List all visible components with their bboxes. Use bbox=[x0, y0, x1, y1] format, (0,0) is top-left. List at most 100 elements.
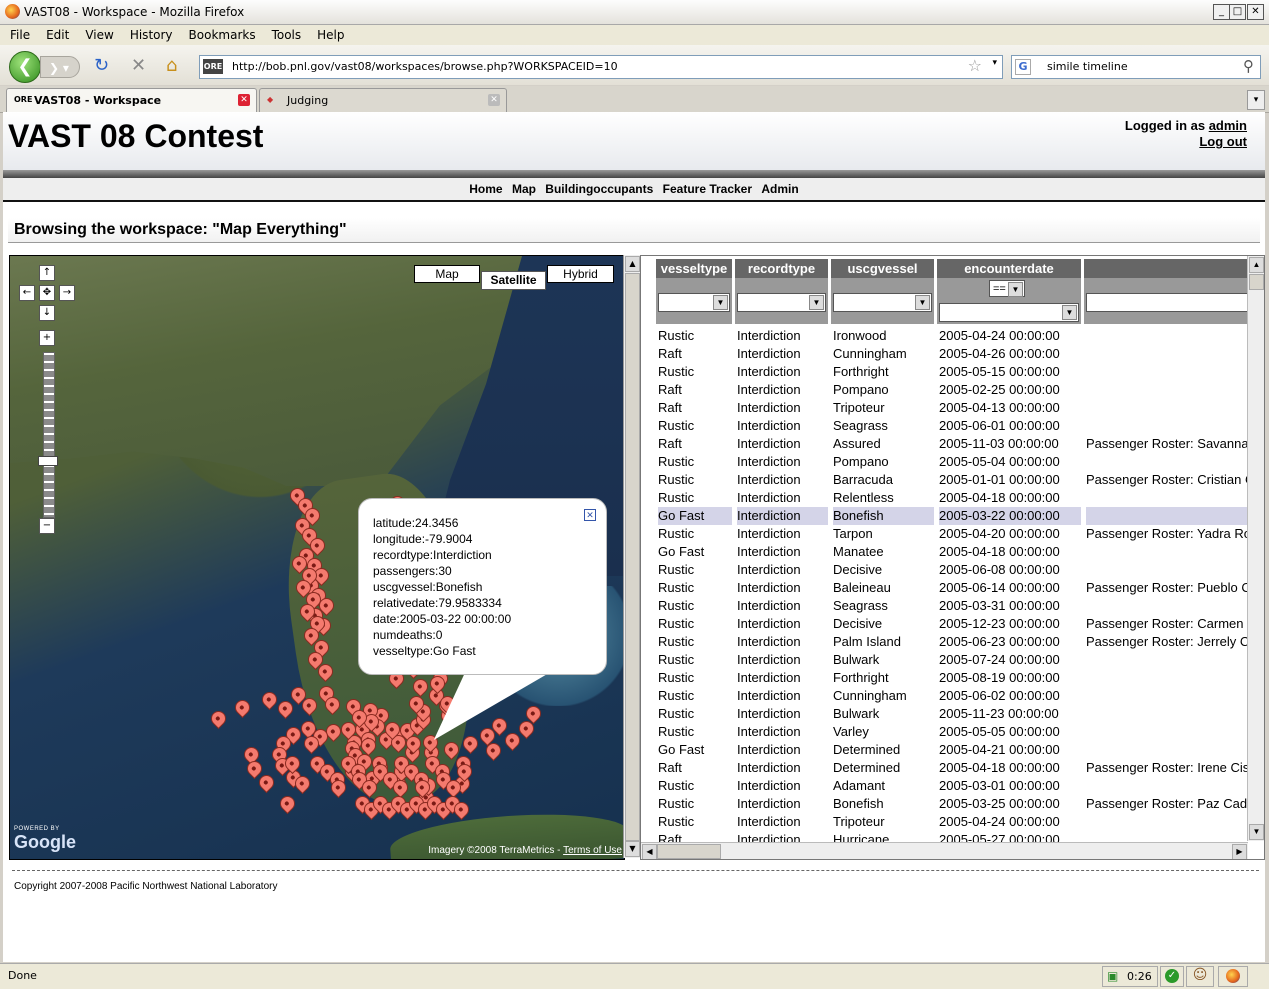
column-header-encounterdate[interactable]: encounterdate bbox=[937, 259, 1081, 278]
table-row[interactable]: Rustic Interdiction Bulwark 2005-11-23 00:0… bbox=[641, 705, 1248, 723]
scroll-down-arrow-icon[interactable]: ▼ bbox=[1249, 824, 1264, 840]
maptype-satellite-button[interactable]: Satellite bbox=[481, 271, 546, 290]
tab-workspace[interactable]: ORE VAST08 - Workspace ✕ bbox=[6, 88, 257, 112]
table-row[interactable]: Raft Interdiction Determined 2005-04-18 00:… bbox=[641, 759, 1248, 777]
menu-file[interactable]: File bbox=[0, 25, 38, 42]
scroll-thumb[interactable] bbox=[1249, 274, 1264, 290]
nav-map[interactable]: Map bbox=[512, 182, 536, 196]
table-row[interactable]: Rustic Interdiction Varley 2005-05-05 00:00… bbox=[641, 723, 1248, 741]
table-row[interactable]: Rustic Interdiction Tarpon 2005-04-20 00:00… bbox=[641, 525, 1248, 543]
reload-icon[interactable]: ↻ bbox=[94, 55, 109, 77]
back-button[interactable]: ❮ bbox=[9, 51, 41, 83]
filter-encounterdate-select[interactable]: ▼ bbox=[939, 303, 1079, 322]
zoom-in-icon[interactable]: + bbox=[39, 330, 55, 346]
table-row[interactable]: Rustic Interdiction Decisive 2005-06-08 00:… bbox=[641, 561, 1248, 579]
forward-button[interactable]: ❯ ▾ bbox=[40, 56, 80, 78]
pan-down-icon[interactable]: ↓ bbox=[39, 305, 55, 321]
terms-of-use-link[interactable]: Terms of Use bbox=[563, 845, 622, 856]
table-row[interactable]: Raft Interdiction Cunningham 2005-04-26 00:… bbox=[641, 345, 1248, 363]
zoom-slider-thumb[interactable] bbox=[38, 456, 58, 466]
menu-view[interactable]: View bbox=[77, 25, 121, 42]
user-link[interactable]: admin bbox=[1209, 118, 1247, 133]
map-marker[interactable] bbox=[231, 696, 254, 719]
map-marker[interactable] bbox=[207, 707, 230, 730]
map-marker[interactable] bbox=[276, 792, 299, 815]
nav-home[interactable]: Home bbox=[469, 182, 502, 196]
column-header-vesseltype[interactable]: vesseltype bbox=[656, 259, 732, 278]
column-header-uscgvessel[interactable]: uscgvessel bbox=[831, 259, 934, 278]
table-row[interactable]: Rustic Interdiction Forthright 2005-08-19 0… bbox=[641, 669, 1248, 687]
table-row[interactable]: Rustic Interdiction Barracuda 2005-01-01 00… bbox=[641, 471, 1248, 489]
logout-link[interactable]: Log out bbox=[1199, 134, 1247, 149]
url-text[interactable]: http://bob.pnl.gov/vast08/workspaces/bro… bbox=[232, 60, 618, 73]
map-marker[interactable] bbox=[274, 697, 297, 720]
all-tabs-dropdown[interactable]: ▾ bbox=[1247, 90, 1265, 110]
column-header-recordtype[interactable]: recordtype bbox=[735, 259, 828, 278]
close-window-button[interactable]: ✕ bbox=[1247, 4, 1264, 20]
minimize-button[interactable]: _ bbox=[1213, 4, 1230, 20]
filter-uscgvessel-select[interactable]: ▼ bbox=[833, 293, 932, 312]
filter-recordtype-select[interactable]: ▼ bbox=[737, 293, 826, 312]
url-dropdown-icon[interactable]: ▾ bbox=[992, 58, 997, 68]
nav-buildingoccupants[interactable]: Buildingoccupants bbox=[545, 182, 653, 196]
stop-icon[interactable]: ✕ bbox=[131, 55, 146, 77]
home-icon[interactable]: ⌂ bbox=[166, 55, 177, 77]
search-bar[interactable]: G simile timeline ⚲ bbox=[1011, 55, 1261, 79]
scroll-thumb[interactable] bbox=[625, 273, 640, 841]
table-row[interactable]: Rustic Interdiction Ironwood 2005-04-24 00:… bbox=[641, 327, 1248, 345]
addon-icon[interactable]: ☺ bbox=[1186, 966, 1214, 987]
column-header-extra[interactable] bbox=[1084, 259, 1248, 278]
menu-bookmarks[interactable]: Bookmarks bbox=[181, 25, 264, 42]
table-row[interactable]: Rustic Interdiction Forthright 2005-05-15 0… bbox=[641, 363, 1248, 381]
table-row[interactable]: Rustic Interdiction Bonefish 2005-03-25 00:… bbox=[641, 795, 1248, 813]
address-bar[interactable]: ORE http://bob.pnl.gov/vast08/workspaces… bbox=[199, 55, 1003, 79]
table-row[interactable]: Go Fast Interdiction Bonefish 2005-03-22 00… bbox=[641, 507, 1248, 525]
filter-vesseltype-select[interactable]: ▼ bbox=[658, 293, 730, 312]
table-row[interactable]: Rustic Interdiction Bulwark 2005-07-24 00:0… bbox=[641, 651, 1248, 669]
scroll-left-arrow-icon[interactable]: ◀ bbox=[642, 844, 657, 859]
pan-right-icon[interactable]: → bbox=[59, 285, 75, 301]
table-row[interactable]: Go Fast Interdiction Manatee 2005-04-18 00:… bbox=[641, 543, 1248, 561]
map[interactable]: ↑ ← ✥ → ↓ + − Map Satellite Hybrid ✕ lat… bbox=[9, 255, 625, 860]
scroll-right-arrow-icon[interactable]: ▶ bbox=[1232, 844, 1247, 859]
map-marker[interactable] bbox=[255, 771, 278, 794]
menu-edit[interactable]: Edit bbox=[38, 25, 77, 42]
close-tab-icon[interactable]: ✕ bbox=[488, 94, 500, 106]
menu-help[interactable]: Help bbox=[309, 25, 352, 42]
scroll-up-arrow-icon[interactable]: ▲ bbox=[625, 256, 640, 272]
maptype-hybrid-button[interactable]: Hybrid bbox=[547, 265, 614, 283]
table-row[interactable]: Rustic Interdiction Seagrass 2005-03-31 00:… bbox=[641, 597, 1248, 615]
pan-center-icon[interactable]: ✥ bbox=[39, 285, 55, 301]
table-row[interactable]: Rustic Interdiction Relentless 2005-04-18 0… bbox=[641, 489, 1248, 507]
table-row[interactable]: Raft Interdiction Pompano 2005-02-25 00:00:… bbox=[641, 381, 1248, 399]
table-row[interactable]: Raft Interdiction Assured 2005-11-03 00:00:… bbox=[641, 435, 1248, 453]
popup-close-icon[interactable]: ✕ bbox=[584, 509, 596, 521]
table-row[interactable]: Rustic Interdiction Cunningham 2005-06-02 0… bbox=[641, 687, 1248, 705]
table-row[interactable]: Raft Interdiction Tripoteur 2005-04-13 00:0… bbox=[641, 399, 1248, 417]
pan-up-icon[interactable]: ↑ bbox=[39, 265, 55, 281]
table-row[interactable]: Go Fast Interdiction Determined 2005-04-21 … bbox=[641, 741, 1248, 759]
maximize-button[interactable]: □ bbox=[1229, 4, 1246, 20]
nav-feature-tracker[interactable]: Feature Tracker bbox=[663, 182, 752, 196]
filter-operator-select[interactable]: == ▼ bbox=[989, 280, 1025, 297]
table-row[interactable]: Rustic Interdiction Decisive 2005-12-23 00:… bbox=[641, 615, 1248, 633]
table-row[interactable]: Rustic Interdiction Adamant 2005-03-01 00:0… bbox=[641, 777, 1248, 795]
close-tab-icon[interactable]: ✕ bbox=[238, 94, 250, 106]
table-row[interactable]: Rustic Interdiction Baleineau 2005-06-14 00… bbox=[641, 579, 1248, 597]
menu-tools[interactable]: Tools bbox=[264, 25, 310, 42]
tab-judging[interactable]: ◆ Judging ✕ bbox=[259, 88, 507, 112]
status-check-icon[interactable]: ✓ bbox=[1160, 966, 1184, 987]
google-search-engine-icon[interactable]: G bbox=[1015, 59, 1031, 75]
map-scrollbar[interactable]: ▲ ▼ bbox=[623, 255, 640, 858]
scroll-up-arrow-icon[interactable]: ▲ bbox=[1249, 257, 1264, 273]
search-icon[interactable]: ⚲ bbox=[1243, 57, 1254, 75]
maptype-map-button[interactable]: Map bbox=[414, 265, 480, 283]
zoom-slider[interactable] bbox=[43, 352, 55, 518]
table-row[interactable]: Rustic Interdiction Tripoteur 2005-04-24 00… bbox=[641, 813, 1248, 831]
search-input[interactable]: simile timeline bbox=[1047, 60, 1128, 73]
table-vertical-scrollbar[interactable]: ▲ ▼ bbox=[1247, 256, 1264, 841]
filter-extra-input[interactable] bbox=[1086, 293, 1257, 312]
scroll-thumb[interactable] bbox=[657, 844, 721, 859]
nav-admin[interactable]: Admin bbox=[761, 182, 798, 196]
table-row[interactable]: Rustic Interdiction Palm Island 2005-06-23 … bbox=[641, 633, 1248, 651]
